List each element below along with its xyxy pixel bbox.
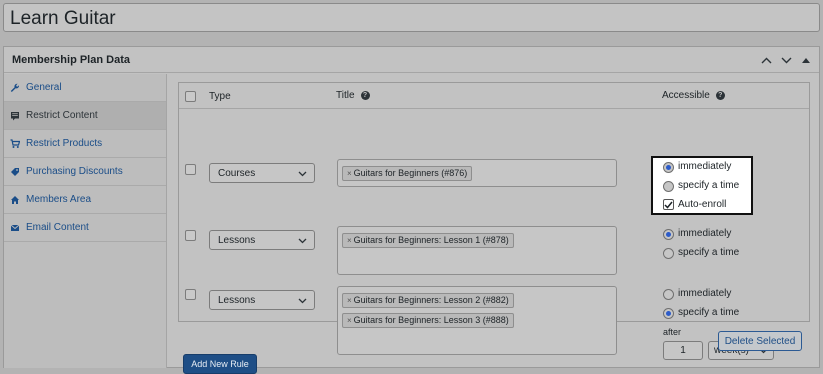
auto-enroll-label: Auto-enroll xyxy=(678,199,727,210)
restrict-content-panel: Type Title? Accessible? Courses × Guitars… xyxy=(167,74,819,374)
selected-item-chip[interactable]: × Guitars for Beginners (#876) xyxy=(342,166,473,181)
add-new-rule-button[interactable]: Add New Rule xyxy=(183,354,257,374)
tab-restrict-content[interactable]: Restrict Content xyxy=(4,102,166,130)
auto-enroll-checkbox[interactable] xyxy=(663,199,674,210)
tab-label: Restrict Content xyxy=(26,110,98,121)
specify-time-label: specify a time xyxy=(678,180,740,191)
tab-label: Purchasing Discounts xyxy=(26,166,123,177)
tab-purchasing-discounts[interactable]: Purchasing Discounts xyxy=(4,158,166,186)
content-icon xyxy=(10,111,20,121)
chip-label: Guitars for Beginners (#876) xyxy=(353,168,468,178)
rule-select-checkbox[interactable] xyxy=(185,289,196,300)
metabox-title: Membership Plan Data xyxy=(12,53,130,66)
rule-type-value: Courses xyxy=(218,168,256,179)
immediately-label: immediately xyxy=(678,161,732,172)
tab-label: Email Content xyxy=(26,222,89,233)
home-icon xyxy=(10,195,20,205)
remove-chip-icon[interactable]: × xyxy=(347,236,352,245)
collapse-icon[interactable] xyxy=(799,53,813,67)
rule-type-select[interactable]: Courses xyxy=(209,163,315,183)
specify-time-radio[interactable] xyxy=(663,248,674,259)
tab-members-area[interactable]: Members Area xyxy=(4,186,166,214)
email-icon xyxy=(10,223,20,233)
immediately-label: immediately xyxy=(678,228,732,239)
immediately-radio[interactable] xyxy=(663,289,674,300)
move-down-icon[interactable] xyxy=(779,53,793,67)
plan-data-tabs: General Restrict Content Restrict Produc… xyxy=(4,74,167,368)
membership-plan-data-metabox: Membership Plan Data General Restrict Co… xyxy=(3,46,820,374)
column-header-accessible: Accessible? xyxy=(662,90,725,101)
specify-time-radio[interactable] xyxy=(663,181,674,192)
selected-item-chip[interactable]: × Guitars for Beginners: Lesson 1 (#878) xyxy=(342,233,514,248)
rule-type-select[interactable]: Lessons xyxy=(209,290,315,310)
rule-select-checkbox[interactable] xyxy=(185,230,196,241)
immediately-radio[interactable] xyxy=(663,162,674,173)
tab-label: General xyxy=(26,82,62,93)
rule-title-multiselect[interactable]: × Guitars for Beginners (#876) xyxy=(337,159,617,187)
tag-icon xyxy=(10,167,20,177)
chip-label: Guitars for Beginners: Lesson 1 (#878) xyxy=(353,235,509,245)
delay-amount-input[interactable]: 1 xyxy=(663,341,703,360)
rule-select-checkbox[interactable] xyxy=(185,164,196,175)
chevron-down-icon xyxy=(298,296,307,307)
checkmark-icon xyxy=(664,201,673,209)
wrench-icon xyxy=(10,83,20,93)
post-title-input[interactable]: Learn Guitar xyxy=(3,3,820,32)
cart-icon xyxy=(10,138,20,149)
chip-label: Guitars for Beginners: Lesson 3 (#888) xyxy=(353,315,509,325)
move-up-icon[interactable] xyxy=(759,53,773,67)
select-all-checkbox[interactable] xyxy=(185,91,196,102)
selected-item-chip[interactable]: × Guitars for Beginners: Lesson 3 (#888) xyxy=(342,313,514,328)
chevron-down-icon xyxy=(298,169,307,180)
tab-email-content[interactable]: Email Content xyxy=(4,214,166,242)
rule-title-multiselect[interactable]: × Guitars for Beginners: Lesson 2 (#882) … xyxy=(337,286,617,355)
rule-type-value: Lessons xyxy=(218,235,256,246)
column-header-type: Type xyxy=(209,91,231,102)
remove-chip-icon[interactable]: × xyxy=(347,169,352,178)
remove-chip-icon[interactable]: × xyxy=(347,316,352,325)
remove-chip-icon[interactable]: × xyxy=(347,296,352,305)
column-header-accessible-label: Accessible xyxy=(662,90,710,101)
help-icon[interactable]: ? xyxy=(360,90,370,100)
table-header: Type Title? Accessible? xyxy=(179,83,809,109)
rule-type-select[interactable]: Lessons xyxy=(209,230,315,250)
metabox-controls xyxy=(759,53,813,67)
tab-general[interactable]: General xyxy=(4,74,166,102)
after-label: after xyxy=(663,327,682,337)
tab-label: Restrict Products xyxy=(26,138,103,149)
tab-restrict-products[interactable]: Restrict Products xyxy=(4,130,166,158)
specify-time-label: specify a time xyxy=(678,247,740,258)
chip-label: Guitars for Beginners: Lesson 2 (#882) xyxy=(353,295,509,305)
tab-label: Members Area xyxy=(26,194,92,205)
selected-item-chip[interactable]: × Guitars for Beginners: Lesson 2 (#882) xyxy=(342,293,514,308)
chevron-down-icon xyxy=(298,236,307,247)
immediately-label: immediately xyxy=(678,288,732,299)
help-icon[interactable]: ? xyxy=(715,90,725,100)
column-header-title: Title? xyxy=(336,90,370,101)
delete-selected-button[interactable]: Delete Selected xyxy=(718,331,802,351)
metabox-header: Membership Plan Data xyxy=(4,47,819,73)
specify-time-label: specify a time xyxy=(678,307,740,318)
rule-type-value: Lessons xyxy=(218,295,256,306)
rule-title-multiselect[interactable]: × Guitars for Beginners: Lesson 1 (#878) xyxy=(337,226,617,275)
immediately-radio[interactable] xyxy=(663,229,674,240)
column-header-title-label: Title xyxy=(336,90,355,101)
specify-time-radio[interactable] xyxy=(663,308,674,319)
